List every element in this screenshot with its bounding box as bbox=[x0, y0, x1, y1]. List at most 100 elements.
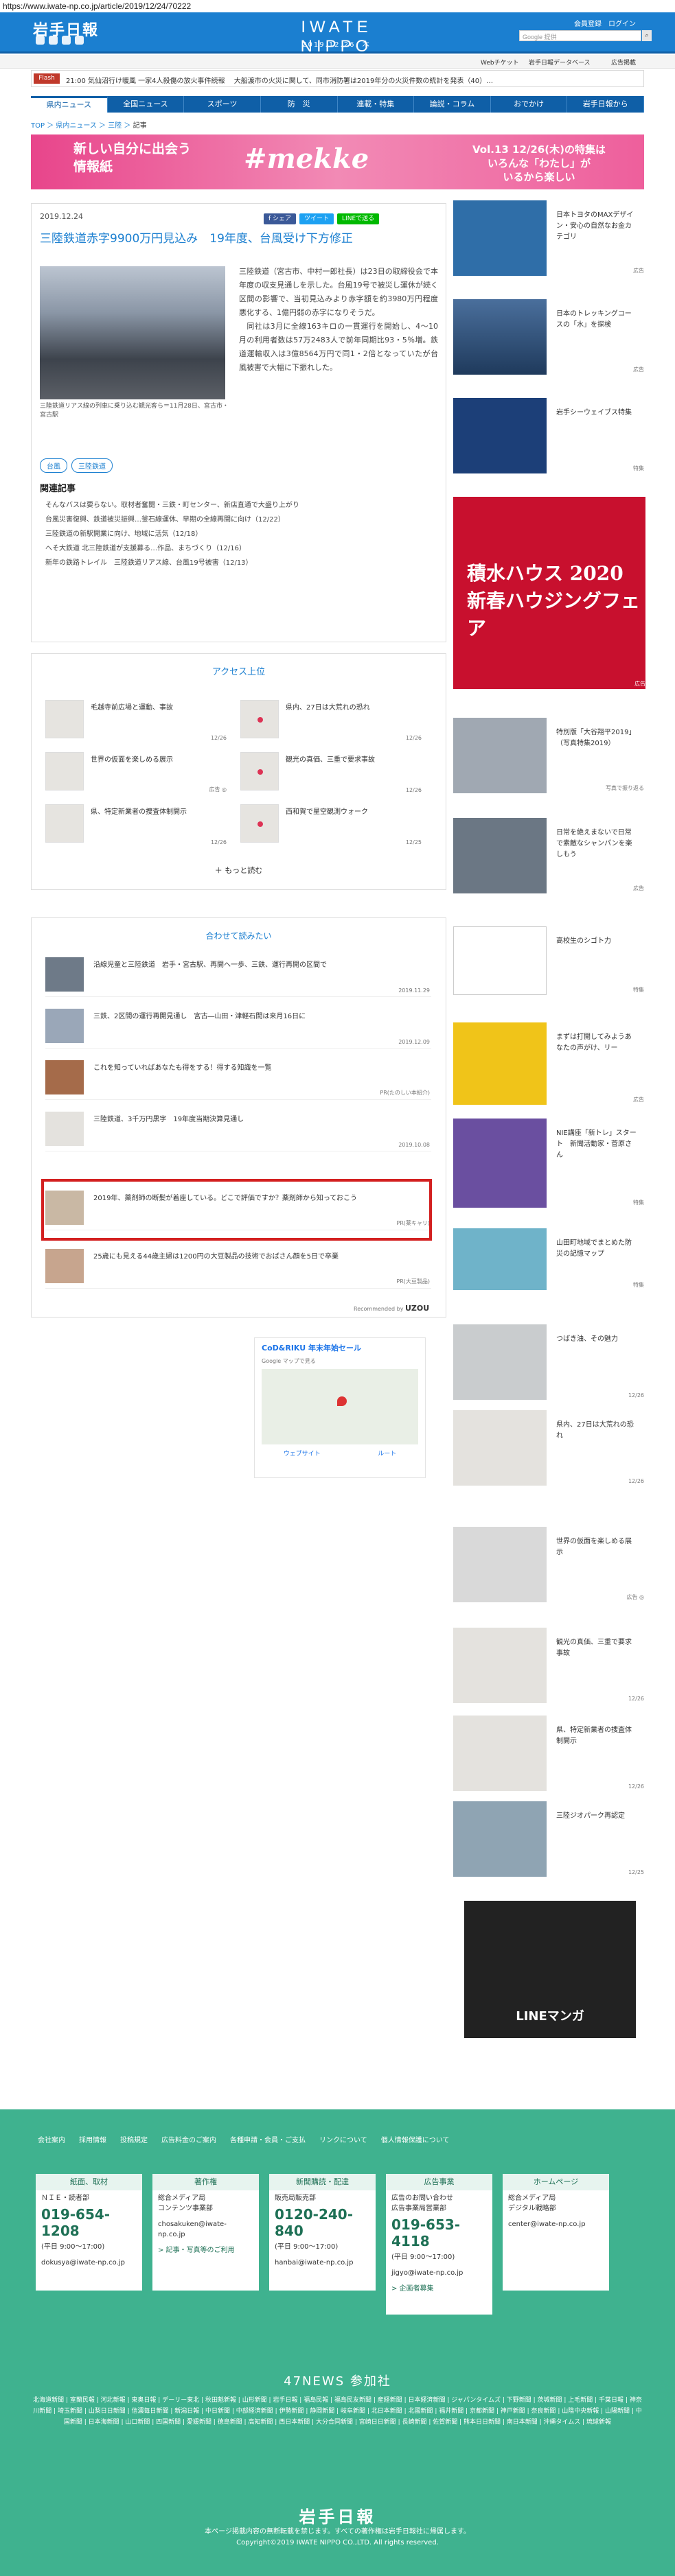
side-item[interactable]: 岩手シーウェイブス特集 特集 bbox=[453, 398, 644, 473]
nav-item[interactable]: 岩手日報から bbox=[567, 96, 644, 113]
breadcrumb-item[interactable]: 三陸 bbox=[108, 122, 122, 130]
twitter-icon[interactable] bbox=[49, 36, 58, 45]
ranking-item[interactable]: 西和賀で星空観測ウォーク 12/25 bbox=[240, 804, 426, 847]
related-link[interactable]: へそ大鉄道 北三陸鉄道が支援募る…作品、まちづくり（12/16） bbox=[45, 541, 437, 556]
breadcrumb-item[interactable]: 県内ニュース bbox=[56, 122, 97, 130]
footer-email[interactable]: center@iwate-np.co.jp bbox=[503, 2216, 609, 2232]
footer-email[interactable]: jigyo@iwate-np.co.jp bbox=[386, 2265, 492, 2281]
side-item[interactable]: 山田町地域でまとめた防災の記憶マップ 特集 bbox=[453, 1228, 644, 1290]
footer-email[interactable]: hanbai@iwate-np.co.jp bbox=[269, 2255, 376, 2271]
footer-link[interactable]: 採用情報 bbox=[79, 2134, 106, 2144]
member-links[interactable]: 会員登録 ログイン bbox=[574, 18, 636, 28]
footer-email[interactable]: dokusya@iwate-np.co.jp bbox=[36, 2255, 142, 2271]
flash-text[interactable]: 21:00 気仙沼行け暖風 一家4人殺傷の放火事件続報 大船渡市の火災に関して、… bbox=[66, 75, 636, 85]
ranking-item[interactable]: 世界の仮面を楽しめる展示 広告 ◎ bbox=[45, 752, 231, 795]
footer-col-label: 総合メディア局 デジタル戦略部 bbox=[508, 2194, 556, 2212]
uzou-logo[interactable]: UZOU bbox=[405, 1304, 429, 1313]
map-view[interactable] bbox=[262, 1369, 418, 1444]
p47-list[interactable]: 北海道新聞 | 室蘭民報 | 河北新報 | 東奥日報 | デーリー東北 | 秋田… bbox=[31, 2395, 644, 2428]
ranking-thumb bbox=[45, 752, 84, 791]
footer-email[interactable]: chosakuken@iwate-np.co.jp bbox=[152, 2216, 259, 2243]
sub-link[interactable]: 広告掲載 bbox=[611, 58, 636, 67]
breadcrumb-current: 記事 bbox=[133, 122, 147, 130]
nav-item[interactable]: 県内ニュース bbox=[31, 96, 108, 113]
line-icon[interactable] bbox=[62, 36, 71, 45]
side-title: 山田町地域でまとめた防災の記憶マップ bbox=[556, 1239, 632, 1258]
read-more-button[interactable]: ＋ もっと読む bbox=[31, 865, 446, 876]
recommend-thumb bbox=[45, 1112, 84, 1146]
nav-item[interactable]: 防 災 bbox=[261, 96, 338, 113]
website-button[interactable]: ウェブサイト bbox=[284, 1449, 321, 1457]
side-item[interactable]: NIE講座「新トレ」スタート 新聞活動家・菅原さん 特集 bbox=[453, 1119, 644, 1208]
related-title: 関連記事 bbox=[40, 484, 76, 494]
side-item[interactable]: 日本のトレッキングコースの「水」を探検 広告 bbox=[453, 299, 644, 375]
ranking-item[interactable]: 観光の真価、三重で要求事故 12/26 bbox=[240, 752, 426, 795]
side-item[interactable]: 県内、27日は大荒れの恐れ 12/26 bbox=[453, 1410, 644, 1486]
side-item[interactable]: まずは打開してみようあなたの声がけ、リー 広告 bbox=[453, 1022, 644, 1105]
side-title: 特別版「大谷翔平2019」（写真特集2019） bbox=[556, 729, 636, 747]
related-link[interactable]: 三陸鉄道の新駅開業に向け、地域に活気（12/18） bbox=[45, 527, 437, 541]
search-input[interactable]: Google 提供 bbox=[519, 30, 641, 41]
nav-item[interactable]: 全国ニュース bbox=[108, 96, 185, 113]
ranking-item[interactable]: 県、特定新業者の捜査体制開示 12/26 bbox=[45, 804, 231, 847]
tag[interactable]: 台風 bbox=[40, 458, 67, 473]
iwate-nippo-logo[interactable]: IWATE NIPPO bbox=[271, 18, 402, 56]
recommend-item[interactable]: 三陸鉄道、3千万円黒字 19年度当期決算見通し 2019.10.08 bbox=[45, 1112, 431, 1151]
facebook-icon[interactable] bbox=[36, 36, 45, 45]
line-share-button[interactable]: LINEで送る bbox=[337, 213, 380, 224]
footer-link[interactable]: リンクについて bbox=[319, 2134, 367, 2144]
sekisui-ad[interactable]: 積水ハウス 2020 新春ハウジングフェア 広告 bbox=[453, 497, 645, 689]
recommend-item[interactable]: 三鉄、2区間の運行再開見通し 宮古―山田・津軽石間は来月16日に 2019.12.… bbox=[45, 1009, 431, 1049]
nav-item[interactable]: 連載・特集 bbox=[338, 96, 415, 113]
recommend-item[interactable]: これを知っていればあなたも得をする！得する知識を一覧 PR(たのしい本紹介) bbox=[45, 1060, 431, 1100]
recommend-title: 合わせて読みたい bbox=[205, 931, 272, 941]
side-item[interactable]: 三陸ジオパーク再認定 12/25 bbox=[453, 1801, 644, 1877]
article-photo[interactable] bbox=[40, 266, 225, 399]
map-ad[interactable]: CoD&RIKU 年末年始セール Google マップで見る ウェブサイト ルート bbox=[254, 1337, 426, 1478]
side-item[interactable]: つばき油、その魅力 12/26 bbox=[453, 1324, 644, 1400]
facebook-share-button[interactable]: f シェア bbox=[264, 213, 297, 224]
side-item[interactable]: 県、特定新業者の捜査体制開示 12/26 bbox=[453, 1716, 644, 1791]
related-link[interactable]: そんなバスは要らない。取材者奮闘・三鉄・町センター、新店直通で大盛り上がり bbox=[45, 498, 437, 513]
route-button[interactable]: ルート bbox=[378, 1449, 396, 1457]
nav-item[interactable]: おでかけ bbox=[491, 96, 568, 113]
footer-link[interactable]: 個人情報保護について bbox=[381, 2134, 450, 2144]
related-link[interactable]: 新年の鉄路トレイル 三陸鉄道リアス線、台風19号被害（12/13） bbox=[45, 556, 437, 570]
side-item[interactable]: 高校生のシゴト力 特集 bbox=[453, 926, 644, 995]
tag[interactable]: 三陸鉄道 bbox=[71, 458, 113, 473]
sub-link[interactable]: Webチケット bbox=[481, 58, 519, 67]
side-item[interactable]: 特別版「大谷翔平2019」（写真特集2019） 写真で振り返る bbox=[453, 718, 644, 793]
nav-item[interactable]: 論説・コラム bbox=[414, 96, 491, 113]
map-ad-title[interactable]: CoD&RIKU 年末年始セール bbox=[255, 1338, 425, 1357]
footer-logo[interactable]: 岩手日報 bbox=[0, 2503, 675, 2527]
ranking-item[interactable]: 毛越寺前広場と運動、事故 12/26 bbox=[45, 700, 231, 742]
side-item[interactable]: 観光の真価、三重で要求事故 12/26 bbox=[453, 1628, 644, 1703]
nav-item[interactable]: スポーツ bbox=[184, 96, 261, 113]
search-icon[interactable]: ⌕ bbox=[642, 30, 652, 41]
ranking-thumb bbox=[240, 700, 279, 738]
ranking-item[interactable]: 県内、27日は大荒れの恐れ 12/26 bbox=[240, 700, 426, 742]
footer-phone[interactable]: 0120-240-840 bbox=[269, 2206, 376, 2239]
related-link[interactable]: 台風災害復興、鉄道被災振興…釜石線運休、早期の全線再開に向け（12/22） bbox=[45, 513, 437, 527]
footer-link[interactable]: 各種申請・会員・ご支払 bbox=[230, 2134, 306, 2144]
footer-link[interactable]: 投稿規定 bbox=[120, 2134, 148, 2144]
recommend-item[interactable]: 沿線児童と三陸鉄道 岩手・宮古駅、再開へ一歩、三鉄、運行再開の区間で 2019.1… bbox=[45, 957, 431, 997]
footer-phone[interactable]: 019-653-4118 bbox=[386, 2216, 492, 2249]
footer-phone[interactable]: 019-654-1208 bbox=[36, 2206, 142, 2239]
footer-note[interactable]: > 企画者募集 bbox=[386, 2281, 492, 2297]
side-item[interactable]: 世界の仮面を楽しめる展示 広告 ◎ bbox=[453, 1527, 644, 1602]
footer-note[interactable]: > 記事・写真等のご利用 bbox=[152, 2243, 259, 2258]
line-manga-ad[interactable]: LINEマンガ bbox=[464, 1901, 636, 2038]
footer-link[interactable]: 広告料金のご案内 bbox=[161, 2134, 216, 2144]
flash-news[interactable]: Flash 21:00 気仙沼行け暖風 一家4人殺傷の放火事件続報 大船渡市の火… bbox=[31, 70, 644, 87]
tweet-button[interactable]: ツイート bbox=[299, 213, 334, 224]
footer-link[interactable]: 会社案内 bbox=[38, 2134, 65, 2144]
side-item[interactable]: 日常を絶えまないで日常で素敵なシャンパンを楽しもう 広告 bbox=[453, 818, 644, 893]
side-item[interactable]: 日本トヨタのMAXデザイン・安心の自然なお金カテゴリ 広告 bbox=[453, 200, 644, 276]
mekke-banner[interactable]: 新しい自分に出会う 情報紙 #mekke Vol.13 12/26(木)の特集は… bbox=[31, 134, 644, 189]
breadcrumb-item[interactable]: TOP bbox=[31, 122, 45, 130]
url-bar[interactable]: https://www.iwate-np.co.jp/article/2019/… bbox=[3, 1, 191, 11]
sub-link[interactable]: 岩手日報データベース bbox=[529, 58, 591, 67]
instagram-icon[interactable] bbox=[75, 36, 84, 45]
recommend-item[interactable]: 25歳にも見える44歳主婦は1200円の大豆製品の技術でおばさん顔を5日で卒業 P… bbox=[45, 1249, 431, 1289]
